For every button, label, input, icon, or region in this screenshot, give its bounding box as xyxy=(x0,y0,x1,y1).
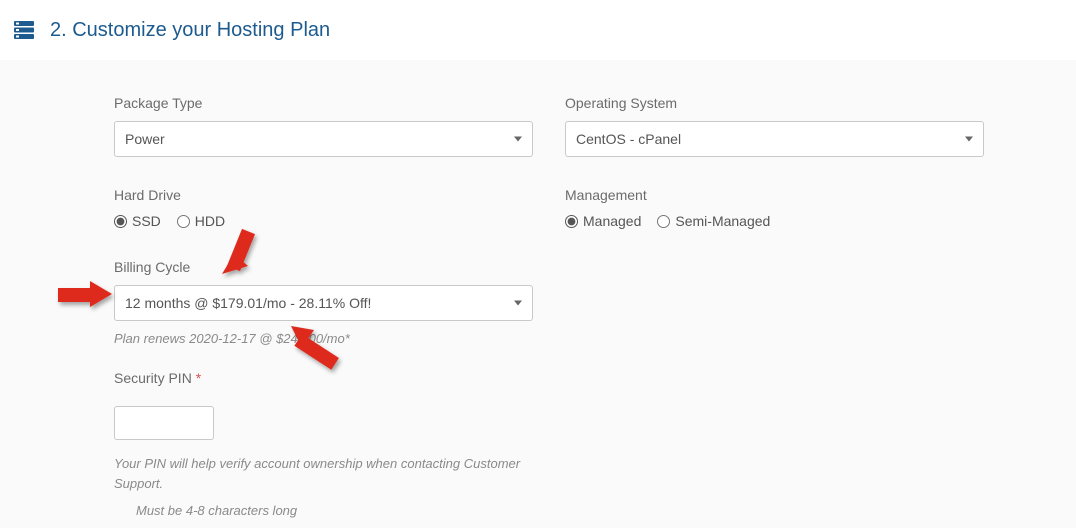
field-operating-system: Operating System CentOS - cPanel xyxy=(565,95,984,157)
select-billing-cycle-value: 12 months @ $179.01/mo - 28.11% Off! xyxy=(125,295,371,311)
select-package-type-value: Power xyxy=(125,131,165,147)
server-stack-icon xyxy=(12,18,36,42)
billing-renew-text: Plan renews 2020-12-17 @ $249.00/mo* xyxy=(114,331,533,346)
section-title: 2. Customize your Hosting Plan xyxy=(50,19,330,42)
required-asterisk: * xyxy=(196,370,201,386)
radio-semi-managed-label: Semi-Managed xyxy=(675,213,770,229)
security-pin-rules: Must be 4-8 characters long May only con… xyxy=(114,499,533,528)
label-billing-cycle: Billing Cycle xyxy=(114,259,533,275)
security-pin-hint: Your PIN will help verify account owners… xyxy=(114,454,533,493)
field-billing-cycle: Billing Cycle 12 months @ $179.01/mo - 2… xyxy=(114,259,533,346)
radio-semi-managed-input[interactable] xyxy=(657,215,670,228)
radio-ssd[interactable]: SSD xyxy=(114,213,161,229)
select-operating-system-value: CentOS - cPanel xyxy=(576,131,681,147)
security-pin-rule: May only contain numbers xyxy=(136,524,533,528)
input-security-pin[interactable] xyxy=(114,406,214,440)
caret-down-icon xyxy=(514,137,522,142)
radio-ssd-input[interactable] xyxy=(114,215,127,228)
radio-ssd-label: SSD xyxy=(132,213,161,229)
label-security-pin-text: Security PIN xyxy=(114,370,192,386)
caret-down-icon xyxy=(965,137,973,142)
field-package-type: Package Type Power xyxy=(114,95,533,157)
label-hard-drive: Hard Drive xyxy=(114,187,533,203)
radio-managed-input[interactable] xyxy=(565,215,578,228)
radio-hdd[interactable]: HDD xyxy=(177,213,225,229)
spacer xyxy=(565,259,984,346)
select-package-type[interactable]: Power xyxy=(114,121,533,157)
radio-managed-label: Managed xyxy=(583,213,641,229)
field-security-pin: Security PIN * Your PIN will help verify… xyxy=(114,370,533,528)
radio-hdd-input[interactable] xyxy=(177,215,190,228)
radio-hdd-label: HDD xyxy=(195,213,225,229)
label-management: Management xyxy=(565,187,984,203)
field-hard-drive: Hard Drive SSD HDD xyxy=(114,187,533,229)
radio-managed[interactable]: Managed xyxy=(565,213,641,229)
label-package-type: Package Type xyxy=(114,95,533,111)
label-security-pin: Security PIN * xyxy=(114,370,533,386)
label-operating-system: Operating System xyxy=(565,95,984,111)
radio-semi-managed[interactable]: Semi-Managed xyxy=(657,213,770,229)
security-pin-rule: Must be 4-8 characters long xyxy=(136,499,533,524)
field-management: Management Managed Semi-Managed xyxy=(565,187,984,229)
select-operating-system[interactable]: CentOS - cPanel xyxy=(565,121,984,157)
select-billing-cycle[interactable]: 12 months @ $179.01/mo - 28.11% Off! xyxy=(114,285,533,321)
caret-down-icon xyxy=(514,301,522,306)
